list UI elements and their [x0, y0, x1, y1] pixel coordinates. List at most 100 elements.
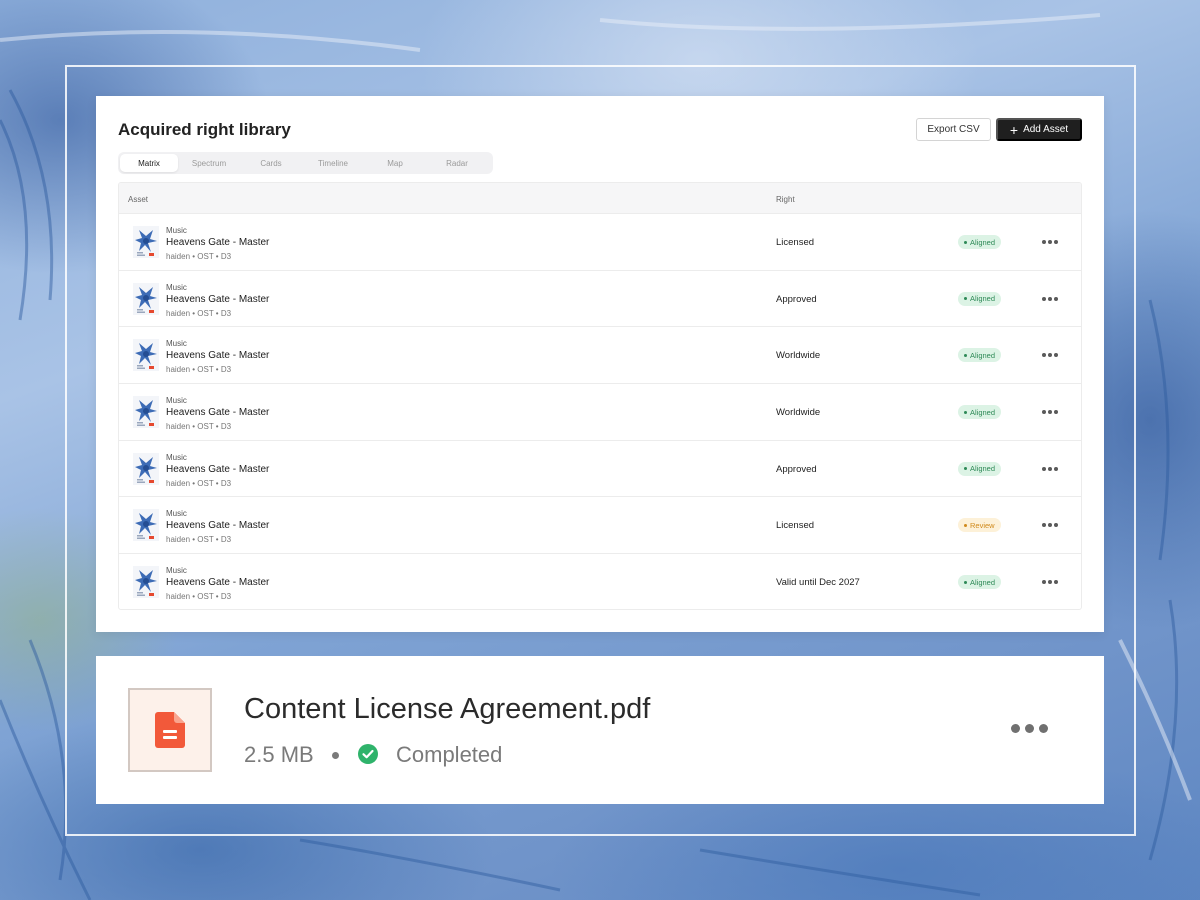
album-art-thumbnail	[133, 566, 159, 599]
tab-cards[interactable]: Cards	[240, 154, 302, 172]
album-art-thumbnail	[133, 226, 159, 258]
column-header-asset: Asset	[128, 195, 149, 204]
row-more-options-button[interactable]	[1042, 519, 1064, 531]
status-label: Review	[970, 520, 995, 530]
asset-right: Licensed	[776, 237, 815, 248]
view-tabs: Matrix Spectrum Cards Timeline Map Radar	[118, 152, 493, 174]
check-circle-icon	[358, 744, 378, 764]
tab-timeline[interactable]: Timeline	[302, 154, 364, 172]
add-asset-label: Add Asset	[1023, 124, 1069, 135]
album-art-thumbnail	[133, 282, 159, 315]
asset-category: Music	[166, 282, 187, 292]
asset-name[interactable]: Heavens Gate - Master	[166, 407, 269, 418]
dot	[1048, 240, 1052, 244]
file-size: 2.5 MB	[244, 742, 314, 767]
asset-category: Music	[166, 339, 187, 349]
asset-right: Approved	[776, 463, 817, 475]
tab-spectrum[interactable]: Spectrum	[178, 154, 240, 172]
file-attachment-card[interactable]: Content License Agreement.pdf 2.5 MB Com…	[96, 656, 1104, 804]
dot	[1025, 724, 1034, 733]
dot	[1048, 466, 1052, 471]
asset-right: Licensed	[776, 520, 815, 532]
album-art-thumbnail	[133, 339, 159, 372]
dot	[1048, 523, 1052, 528]
pdf-file-icon	[128, 688, 212, 772]
status-badge: Aligned	[958, 575, 1002, 590]
status-label: Aligned	[970, 237, 996, 247]
status-label: Aligned	[970, 350, 996, 360]
dot	[1039, 724, 1048, 733]
dot	[1048, 410, 1052, 415]
dot	[1042, 580, 1046, 585]
dot	[1048, 580, 1052, 585]
asset-name[interactable]: Heavens Gate - Master	[166, 464, 269, 475]
tab-matrix[interactable]: Matrix	[120, 154, 178, 172]
asset-name[interactable]: Heavens Gate - Master	[166, 350, 269, 361]
dot	[1042, 240, 1046, 244]
export-csv-button[interactable]: Export CSV	[916, 118, 991, 141]
separator-dot	[332, 752, 339, 759]
dot	[1042, 523, 1046, 528]
dot	[1042, 410, 1046, 415]
album-art-thumbnail	[133, 396, 159, 429]
asset-category: Music	[166, 566, 187, 576]
table-row[interactable]: Music Heavens Gate - Master haiden • OST…	[119, 497, 1081, 555]
asset-right: Worldwide	[776, 407, 821, 419]
table-row[interactable]: Music Heavens Gate - Master haiden • OST…	[119, 271, 1081, 328]
page-title: Acquired right library	[118, 120, 291, 139]
status-badge: Aligned	[958, 405, 1002, 420]
status-dot	[964, 467, 967, 471]
table-row[interactable]: Music Heavens Gate - Master haiden • OST…	[119, 214, 1081, 271]
row-more-options-button[interactable]	[1042, 293, 1064, 305]
table-header: Asset Right	[119, 183, 1081, 214]
status-badge: Aligned	[958, 235, 1002, 249]
status-dot	[964, 240, 967, 244]
asset-category: Music	[166, 509, 187, 519]
dot	[1042, 296, 1046, 301]
table-row[interactable]: Music Heavens Gate - Master haiden • OST…	[119, 441, 1081, 498]
file-more-options-button[interactable]	[1011, 724, 1048, 733]
dot	[1054, 240, 1058, 244]
rights-library-card: Acquired right library Export CSV + Add …	[96, 96, 1104, 632]
table-row[interactable]: Music Heavens Gate - Master haiden • OST…	[119, 327, 1081, 385]
asset-meta: haiden • OST • D3	[166, 308, 232, 318]
assets-table: Asset Right Music Heavens Gate - Master …	[118, 182, 1082, 610]
asset-category: Music	[166, 396, 187, 406]
asset-meta: haiden • OST • D3	[166, 252, 232, 261]
row-more-options-button[interactable]	[1042, 349, 1064, 361]
row-more-options-button[interactable]	[1042, 463, 1064, 475]
status-label: Aligned	[970, 294, 996, 304]
asset-name[interactable]: Heavens Gate - Master	[166, 237, 269, 248]
dot	[1048, 296, 1052, 301]
dot	[1011, 724, 1020, 733]
status-badge: Review	[958, 518, 1001, 533]
asset-name[interactable]: Heavens Gate - Master	[166, 294, 269, 305]
table-row[interactable]: Music Heavens Gate - Master haiden • OST…	[119, 554, 1081, 609]
asset-name[interactable]: Heavens Gate - Master	[166, 577, 269, 588]
status-label: Aligned	[970, 464, 996, 474]
status-dot	[964, 297, 967, 301]
asset-name[interactable]: Heavens Gate - Master	[166, 520, 269, 531]
status-dot	[964, 353, 967, 357]
dot	[1048, 353, 1052, 358]
table-body: Music Heavens Gate - Master haiden • OST…	[119, 214, 1081, 609]
add-asset-button[interactable]: + Add Asset	[996, 118, 1082, 141]
status-label: Aligned	[970, 577, 996, 587]
asset-category: Music	[166, 452, 187, 462]
asset-meta: haiden • OST • D3	[166, 422, 232, 432]
upload-status: Completed	[396, 742, 503, 767]
asset-right: Worldwide	[776, 350, 821, 362]
tab-map[interactable]: Map	[364, 154, 426, 172]
asset-meta: haiden • OST • D3	[166, 478, 232, 488]
status-label: Aligned	[970, 407, 996, 417]
status-dot	[964, 523, 967, 527]
dot	[1054, 523, 1058, 528]
tab-radar[interactable]: Radar	[426, 154, 488, 172]
plus-icon: +	[1009, 121, 1019, 138]
row-more-options-button[interactable]	[1042, 236, 1064, 248]
table-row[interactable]: Music Heavens Gate - Master haiden • OST…	[119, 384, 1081, 441]
dot	[1054, 410, 1058, 415]
row-more-options-button[interactable]	[1042, 406, 1064, 418]
dot	[1054, 353, 1058, 358]
row-more-options-button[interactable]	[1042, 576, 1064, 588]
